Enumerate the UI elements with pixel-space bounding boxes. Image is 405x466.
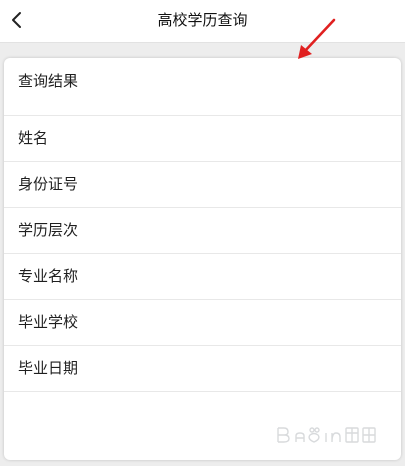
list-item-label: 毕业学校 [18,313,79,331]
annotation-arrow-icon [290,14,350,66]
baidu-jingyan-watermark-icon [277,427,376,443]
list-item-name: 姓名 [4,116,401,162]
result-card: 查询结果 姓名 身份证号 学历层次 专业名称 毕业学校 毕业日期 [4,58,401,460]
list-item-id-number: 身份证号 [4,162,401,208]
card-title: 查询结果 [18,72,79,90]
card-title-row: 查询结果 [4,58,401,116]
list-item-label: 学历层次 [18,221,79,239]
list-item-school: 毕业学校 [4,300,401,346]
screen: 高校学历查询 查询结果 姓名 身份证号 学历层次 专业名称 毕业学校 毕业日期 [0,0,405,466]
watermark-logo [274,424,379,446]
list-item-label: 姓名 [18,129,49,147]
list-item-major: 专业名称 [4,254,401,300]
list-item-education-level: 学历层次 [4,208,401,254]
list-item-label: 专业名称 [18,267,79,285]
list-item-label: 身份证号 [18,175,79,193]
list-item-graduation-date: 毕业日期 [4,346,401,392]
list-item-label: 毕业日期 [18,359,79,377]
